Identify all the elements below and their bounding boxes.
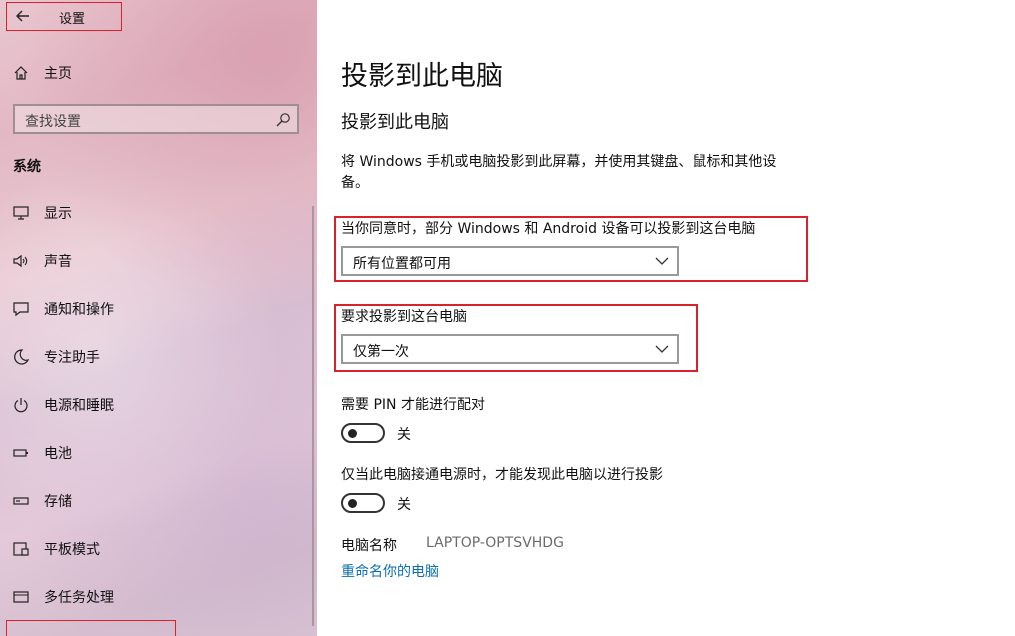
- sidebar-item-label: 平板模式: [44, 542, 100, 558]
- monitor-icon: [13, 206, 29, 220]
- multitask-icon: [13, 591, 29, 603]
- sidebar-item-label: 多任务处理: [44, 590, 114, 606]
- toggle-state-label: 关: [397, 427, 411, 443]
- require-pin-toggle[interactable]: [341, 423, 385, 443]
- require-pin-label: 需要 PIN 才能进行配对: [341, 397, 485, 413]
- battery-icon: [13, 449, 28, 457]
- ask-to-project-label: 要求投影到这台电脑: [341, 309, 467, 325]
- sidebar-item-home[interactable]: 主页: [0, 58, 317, 88]
- main-content: 投影到此电脑 投影到此电脑 将 Windows 手机或电脑投影到此屏幕，并使用其…: [317, 0, 1015, 636]
- search-input[interactable]: 查找设置: [13, 104, 299, 134]
- rename-pc-link[interactable]: 重命名你的电脑: [341, 561, 439, 581]
- availability-dropdown[interactable]: 所有位置都可用: [341, 246, 679, 276]
- highlight-box: [6, 620, 176, 636]
- home-icon: [14, 66, 28, 80]
- search-icon[interactable]: [275, 112, 291, 128]
- sidebar-item-label: 通知和操作: [44, 302, 114, 318]
- chevron-down-icon: [655, 345, 669, 353]
- sidebar-item-notifications[interactable]: 通知和操作: [0, 292, 317, 340]
- sidebar-item-label: 声音: [44, 254, 72, 270]
- section-heading: 投影到此电脑: [341, 112, 449, 133]
- toggle-knob: [348, 499, 357, 508]
- sidebar-item-label: 专注助手: [44, 350, 100, 366]
- sidebar-item-label: 存储: [44, 494, 72, 510]
- pc-name-label: 电脑名称: [341, 538, 397, 554]
- plugged-in-only-toggle[interactable]: [341, 493, 385, 513]
- storage-icon: [13, 497, 29, 505]
- page-title: 投影到此电脑: [341, 61, 503, 92]
- ask-to-project-dropdown[interactable]: 仅第一次: [341, 334, 679, 364]
- sidebar-item-display[interactable]: 显示: [0, 196, 317, 244]
- sidebar-nav: 显示 声音 通知和操作 专注助手 电源和睡眠 电池 存储 平板模式 多任务处理: [0, 196, 317, 628]
- sidebar-item-storage[interactable]: 存储: [0, 484, 317, 532]
- moon-icon: [14, 349, 30, 365]
- sidebar-item-label: 电池: [44, 446, 72, 462]
- title-bar: 设置: [6, 2, 122, 31]
- sidebar-item-battery[interactable]: 电池: [0, 436, 317, 484]
- toggle-knob: [348, 429, 357, 438]
- speaker-icon: [13, 254, 28, 268]
- description-text: 将 Windows 手机或电脑投影到此屏幕，并使用其键盘、鼠标和其他设备。: [341, 154, 777, 191]
- sidebar-item-sound[interactable]: 声音: [0, 244, 317, 292]
- plugged-in-only-label: 仅当此电脑接通电源时，才能发现此电脑以进行投影: [341, 467, 663, 483]
- section-title: 系统: [13, 159, 41, 175]
- dropdown-value: 仅第一次: [353, 344, 409, 360]
- sidebar-item-focus-assist[interactable]: 专注助手: [0, 340, 317, 388]
- chevron-down-icon: [655, 257, 669, 265]
- sidebar-scrollbar[interactable]: [312, 206, 314, 626]
- sidebar-item-label: 电源和睡眠: [44, 398, 114, 414]
- sidebar-item-label: 主页: [44, 66, 72, 82]
- search-placeholder: 查找设置: [25, 114, 81, 130]
- availability-label: 当你同意时，部分 Windows 和 Android 设备可以投影到这台电脑: [341, 221, 756, 237]
- arrow-left-icon[interactable]: [15, 7, 31, 25]
- tablet-icon: [13, 542, 29, 556]
- message-icon: [13, 302, 29, 317]
- sidebar-item-power-sleep[interactable]: 电源和睡眠: [0, 388, 317, 436]
- sidebar-item-label: 显示: [44, 206, 72, 222]
- power-icon: [14, 398, 28, 413]
- sidebar-item-tablet-mode[interactable]: 平板模式: [0, 532, 317, 580]
- window-title: 设置: [59, 12, 86, 27]
- settings-window: 设置 主页 查找设置 系统 显示 声音 通知和操作 专注助手 电源和睡眠 电池 …: [0, 0, 1015, 636]
- pc-name-value: LAPTOP-OPTSVHDG: [426, 535, 564, 551]
- toggle-state-label: 关: [397, 497, 411, 513]
- dropdown-value: 所有位置都可用: [353, 256, 451, 272]
- sidebar: 设置 主页 查找设置 系统 显示 声音 通知和操作 专注助手 电源和睡眠 电池 …: [0, 0, 317, 636]
